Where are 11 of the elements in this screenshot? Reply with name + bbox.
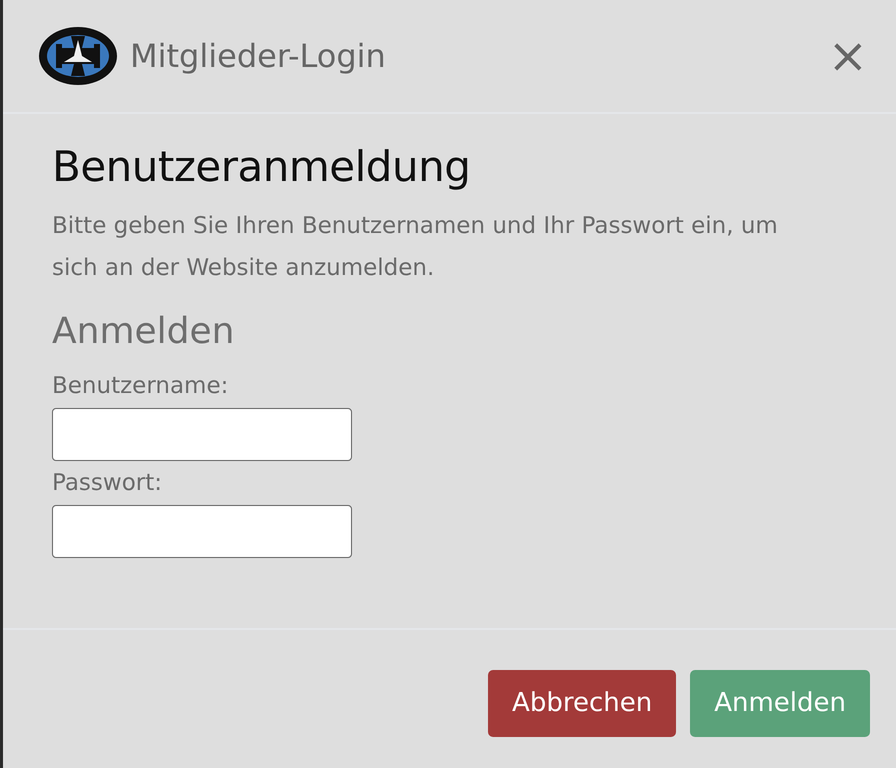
input-field[interactable] xyxy=(52,505,352,558)
close-button[interactable]: × xyxy=(824,32,872,80)
input-field[interactable] xyxy=(52,408,352,461)
field-label: Passwort: xyxy=(52,469,164,498)
login-button[interactable]: Anmelden xyxy=(690,670,870,736)
form-title: Anmelden xyxy=(52,311,236,352)
cancel-button[interactable]: Abbrechen xyxy=(488,670,676,736)
intro-text: Bitte geben Sie Ihren Benutzernamen und Ihr Passwort ein, um sich an der Website anzumelden. xyxy=(52,212,779,283)
dialog-title: Mitglieder-Login xyxy=(130,37,387,75)
field-label: Benutzername: xyxy=(52,372,230,401)
heading: Benutzeranmeldung xyxy=(52,142,472,191)
